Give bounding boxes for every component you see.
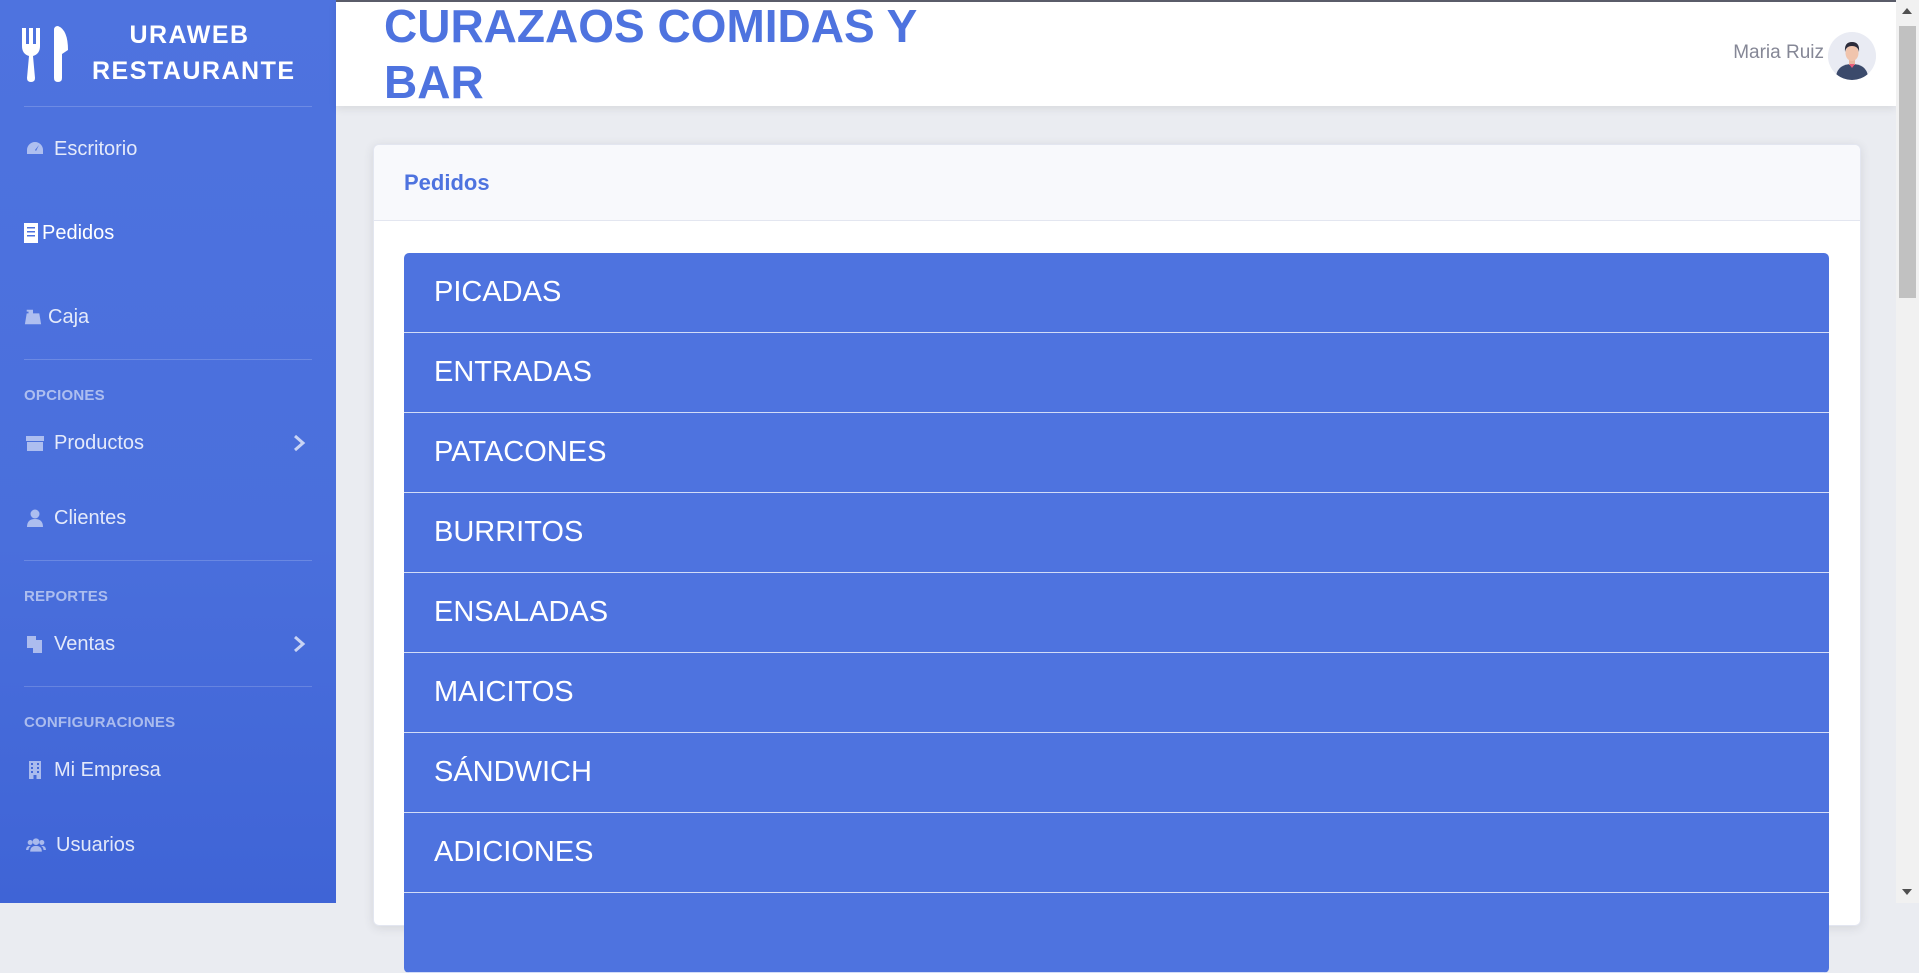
sidebar: URAWEB RESTAURANTE Escritorio Pedidos Ca… <box>0 0 336 903</box>
page-scrollbar[interactable] <box>1896 0 1919 903</box>
sidebar-item-label: Escritorio <box>54 137 138 160</box>
chevron-right-icon <box>294 434 306 452</box>
brand[interactable]: URAWEB RESTAURANTE <box>0 0 336 106</box>
category-item-picadas[interactable]: PICADAS <box>404 253 1829 333</box>
card-title: Pedidos <box>404 169 490 195</box>
sidebar-item-label: Mi Empresa <box>54 758 161 781</box>
dashboard-icon <box>24 138 46 160</box>
building-icon <box>24 759 46 781</box>
sidebar-heading-opciones: OPCIONES <box>24 387 105 404</box>
sidebar-heading-reportes: REPORTES <box>24 588 109 605</box>
avatar[interactable] <box>1828 32 1876 80</box>
sidebar-item-usuarios[interactable]: Usuarios <box>0 803 336 887</box>
scroll-thumb[interactable] <box>1899 26 1916 298</box>
sidebar-divider <box>24 686 312 687</box>
category-item-ensaladas[interactable]: ENSALADAS <box>404 573 1829 653</box>
sidebar-item-label: Productos <box>54 431 145 454</box>
sidebar-item-productos[interactable]: Productos <box>0 410 336 476</box>
sidebar-item-pedidos[interactable]: Pedidos <box>0 191 336 275</box>
category-item-sandwich[interactable]: SÁNDWICH <box>404 733 1829 813</box>
utensils-icon <box>22 26 68 82</box>
brand-line-2: RESTAURANTE <box>92 57 296 85</box>
category-item-next[interactable] <box>404 893 1829 973</box>
category-item-adiciones[interactable]: ADICIONES <box>404 813 1829 893</box>
orders-card: Pedidos PICADAS ENTRADAS PATACONES BURRI… <box>373 144 1861 973</box>
topbar: CURAZAOS COMIDAS Y BAR Maria Ruiz <box>336 0 1896 108</box>
sidebar-item-label: Caja <box>48 305 90 328</box>
category-item-patacones[interactable]: PATACONES <box>404 413 1829 493</box>
user-icon <box>24 507 46 529</box>
sidebar-item-label: Pedidos <box>42 221 115 244</box>
sidebar-item-label: Clientes <box>54 506 127 529</box>
users-icon <box>24 834 48 856</box>
user-avatar-icon <box>1828 32 1876 80</box>
sidebar-divider <box>24 560 312 561</box>
copy-icon <box>24 633 46 655</box>
category-item-entradas[interactable]: ENTRADAS <box>404 333 1829 413</box>
sidebar-item-mi-empresa[interactable]: Mi Empresa <box>0 737 336 803</box>
sidebar-item-escritorio[interactable]: Escritorio <box>0 107 336 191</box>
category-item-burritos[interactable]: BURRITOS <box>404 493 1829 573</box>
sidebar-heading-configuraciones: CONFIGURACIONES <box>24 714 176 731</box>
sidebar-item-ventas[interactable]: Ventas <box>0 611 336 677</box>
sidebar-item-label: Ventas <box>54 632 116 655</box>
card-header: Pedidos <box>374 145 1860 221</box>
chevron-right-icon <box>294 635 306 653</box>
receipt-icon <box>24 222 38 244</box>
box-icon <box>24 432 46 454</box>
page-title: CURAZAOS COMIDAS Y BAR <box>384 0 917 108</box>
sidebar-item-clientes[interactable]: Clientes <box>0 476 336 560</box>
category-list: PICADAS ENTRADAS PATACONES BURRITOS ENSA… <box>404 253 1829 973</box>
category-item-maicitos[interactable]: MAICITOS <box>404 653 1829 733</box>
sidebar-item-caja[interactable]: Caja <box>0 275 336 359</box>
cash-register-icon <box>24 306 42 328</box>
scroll-up-arrow-icon[interactable] <box>1902 8 1912 14</box>
brand-name: URAWEB RESTAURANTE <box>92 17 296 89</box>
brand-line-1: URAWEB <box>129 21 250 49</box>
sidebar-item-label: Usuarios <box>56 833 135 856</box>
sidebar-divider <box>24 359 312 360</box>
user-name[interactable]: Maria Ruiz <box>1733 42 1824 64</box>
scroll-down-arrow-icon[interactable] <box>1902 889 1912 895</box>
